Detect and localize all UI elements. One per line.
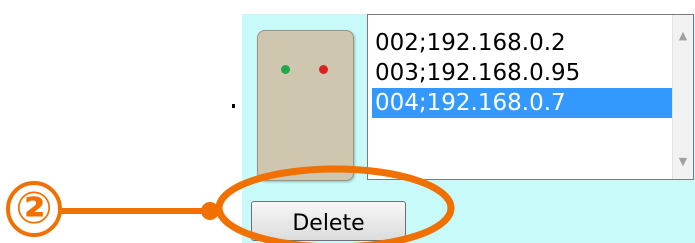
chevron-up-icon[interactable]: ▲ — [673, 29, 693, 43]
red-led-icon — [319, 65, 328, 74]
delete-button[interactable]: Delete — [251, 201, 406, 241]
chevron-down-icon[interactable]: ▼ — [673, 155, 693, 169]
device-image — [257, 30, 354, 181]
stray-dot — [232, 104, 235, 108]
callout-endpoint — [201, 202, 219, 220]
list-item[interactable]: 002;192.168.0.2 — [372, 28, 673, 58]
list-item[interactable]: 003;192.168.0.95 — [372, 58, 673, 88]
list-items: 002;192.168.0.2 003;192.168.0.95 004;192… — [372, 28, 673, 118]
green-led-icon — [281, 65, 290, 74]
vertical-scrollbar[interactable]: ▲ ▼ — [672, 15, 693, 179]
list-item-selected[interactable]: 004;192.168.0.7 — [372, 88, 673, 118]
device-listbox[interactable]: 002;192.168.0.2 003;192.168.0.95 004;192… — [367, 14, 694, 180]
callout-number: ② — [15, 183, 53, 234]
